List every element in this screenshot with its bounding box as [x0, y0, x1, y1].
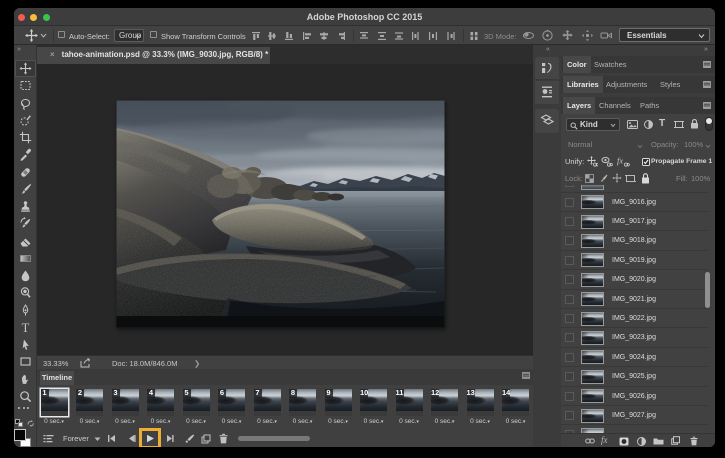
svg-text:fx: fx — [617, 156, 623, 166]
svg-text:T: T — [22, 321, 30, 334]
